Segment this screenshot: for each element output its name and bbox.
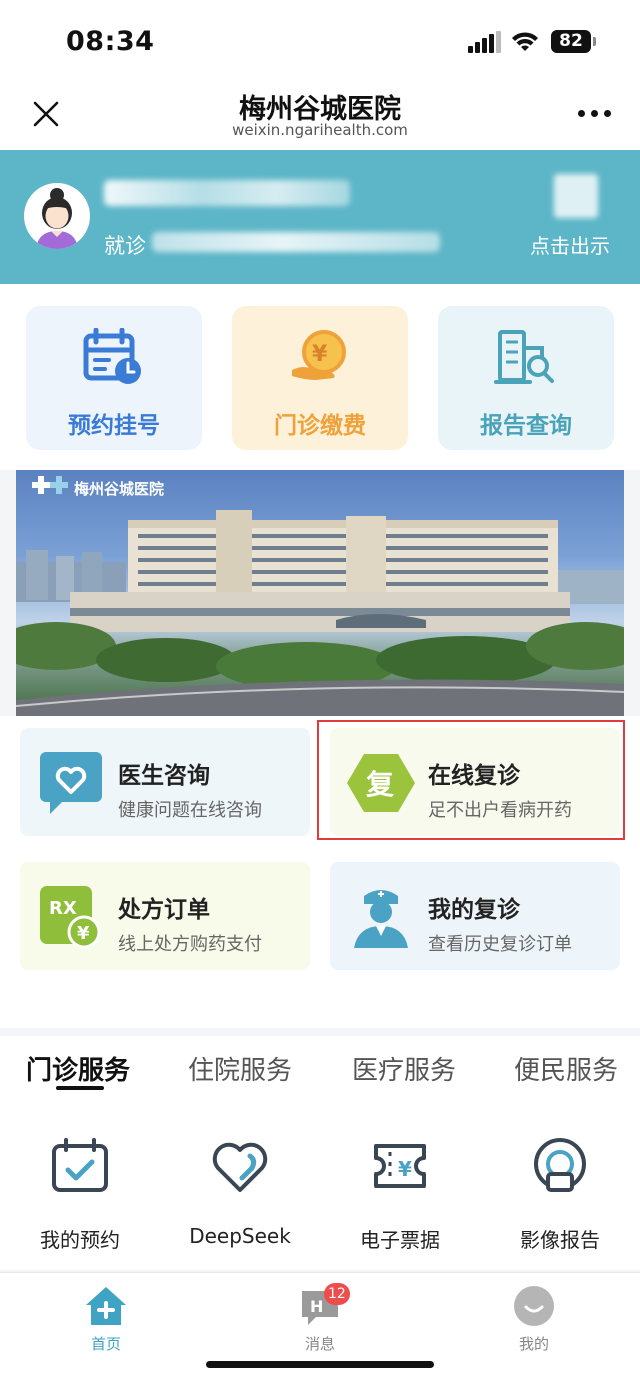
more-icon[interactable] [578, 110, 612, 118]
report-tile[interactable]: 报告查询 [438, 306, 614, 450]
heart-chat-icon [40, 752, 102, 814]
svg-text:H: H [310, 1297, 323, 1316]
quick-actions: 预约挂号 ¥ 门诊缴费 报告查询 [0, 284, 640, 470]
card-subtitle: 线上处方购药支付 [118, 934, 262, 955]
tabbar-label: 首页 [90, 1335, 121, 1353]
patient-name-blurred [104, 180, 350, 206]
building-search-icon [494, 330, 554, 384]
tabbar-messages[interactable]: H 12 消息 [260, 1283, 380, 1355]
payment-tile[interactable]: ¥ 门诊缴费 [232, 306, 408, 450]
tab-inpatient[interactable]: 住院服务 [188, 1050, 292, 1087]
prescription-order-card[interactable]: RX ¥ 处方订单 线上处方购药支付 [20, 862, 310, 970]
message-badge: 12 [324, 1283, 350, 1305]
wifi-icon [512, 32, 538, 51]
calendar-clock-icon [83, 328, 141, 384]
card-subtitle: 健康问题在线咨询 [118, 800, 262, 821]
nav-bar: 梅州谷城医院 weixin.ngarihealth.com [0, 80, 640, 150]
svg-text:¥: ¥ [398, 1157, 412, 1181]
service-label: DeepSeek [189, 1224, 291, 1248]
svg-text:¥: ¥ [312, 342, 328, 367]
patient-card[interactable]: 就诊 点击出示 [0, 150, 640, 284]
status-time: 08:34 [66, 26, 155, 57]
e-invoice-item[interactable]: ¥ 电子票据 [320, 1094, 480, 1270]
appointment-label: 预约挂号 [68, 413, 160, 439]
home-indicator [206, 1361, 434, 1368]
doctor-icon [354, 890, 408, 948]
appointment-tile[interactable]: 预约挂号 [26, 306, 202, 450]
page-url: weixin.ngarihealth.com [232, 121, 408, 139]
tab-convenience[interactable]: 便民服务 [514, 1050, 618, 1087]
banner-logo-text: 梅州谷城医院 [74, 480, 164, 498]
my-revisit-card[interactable]: 我的复诊 查看历史复诊订单 [330, 862, 620, 970]
tab-medical[interactable]: 医疗服务 [352, 1050, 456, 1087]
ticket-yuan-icon: ¥ [374, 1144, 426, 1188]
home-icon [86, 1287, 126, 1325]
tab-active-indicator [56, 1086, 104, 1090]
tabbar-label: 我的 [518, 1335, 549, 1353]
heart-outline-icon [212, 1142, 268, 1192]
tabbar-home[interactable]: 首页 [46, 1285, 166, 1355]
status-bar: 08:34 82 [0, 0, 640, 80]
bottom-tab-bar: 首页 H 12 消息 我的 [0, 1272, 640, 1385]
qr-code-icon [554, 174, 598, 218]
show-code-button[interactable]: 点击出示 [530, 230, 610, 259]
tabbar-profile[interactable]: 我的 [474, 1285, 594, 1355]
signal-icon [468, 31, 502, 53]
rx-yuan-icon: RX ¥ [40, 886, 101, 949]
card-title: 医生咨询 [118, 763, 210, 789]
service-cards: 医生咨询 健康问题在线咨询 复 在线复诊 足不出户看病开药 RX ¥ 处方订单 … [0, 716, 640, 1028]
card-title: 处方订单 [118, 897, 210, 923]
card-subtitle: 查看历史复诊订单 [428, 934, 572, 955]
visit-card-label: 就诊 [104, 234, 146, 258]
service-tabs: 门诊服务 住院服务 医疗服务 便民服务 [0, 1036, 640, 1094]
outpatient-services: 我的预约 DeepSeek ¥ 电子票据 影像报告 [0, 1094, 640, 1270]
profile-icon [514, 1286, 554, 1326]
service-label: 电子票据 [360, 1228, 440, 1252]
report-label: 报告查询 [480, 413, 572, 439]
calendar-check-icon [52, 1138, 108, 1192]
svg-text:¥: ¥ [77, 923, 90, 944]
tabbar-label: 消息 [304, 1335, 335, 1353]
svg-text:RX: RX [49, 898, 77, 919]
imaging-report-item[interactable]: 影像报告 [480, 1094, 640, 1270]
tab-outpatient[interactable]: 门诊服务 [26, 1050, 130, 1087]
battery-icon: 82 [551, 30, 596, 53]
yuan-coin-hand-icon: ¥ [292, 330, 346, 380]
doctor-consult-card[interactable]: 医生咨询 健康问题在线咨询 [20, 728, 310, 836]
card-title: 我的复诊 [428, 897, 520, 923]
deepseek-item[interactable]: DeepSeek [160, 1094, 320, 1270]
service-label: 我的预约 [40, 1228, 120, 1252]
payment-label: 门诊缴费 [274, 413, 366, 439]
my-appointments-item[interactable]: 我的预约 [0, 1094, 160, 1270]
service-label: 影像报告 [520, 1228, 600, 1252]
avatar [24, 183, 90, 249]
app-page: 08:34 82 梅州谷城医院 weixin.ngarihealth.com 就… [0, 0, 640, 1385]
scanner-icon [534, 1138, 586, 1192]
visit-card-number-blurred [152, 232, 440, 252]
hospital-photo: 梅州谷城医院 [16, 476, 624, 716]
highlight-box [317, 720, 625, 840]
hospital-banner[interactable]: 梅州谷城医院 [16, 470, 624, 716]
